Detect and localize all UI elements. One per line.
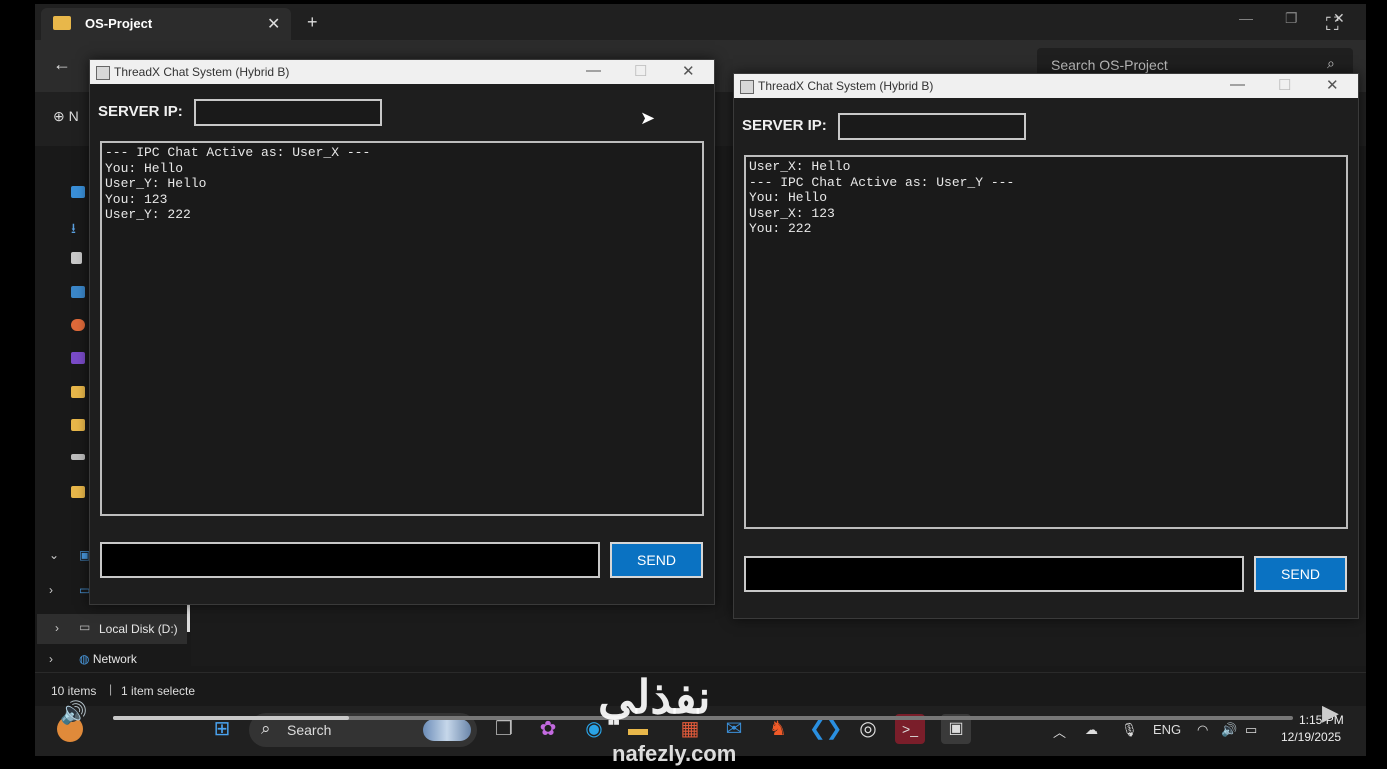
chevron-down-icon[interactable]: ⌄	[49, 548, 79, 562]
title-bar: ThreadX Chat System (Hybrid B) — ☐ ✕	[734, 74, 1358, 98]
pane-splitter[interactable]	[187, 604, 190, 632]
maximize-icon[interactable]: ☐	[1278, 76, 1291, 94]
message-input[interactable]	[744, 556, 1244, 592]
chat-message: User_X: Hello	[749, 159, 851, 174]
chevron-right-icon[interactable]: ›	[49, 652, 79, 666]
videos-icon[interactable]	[71, 352, 85, 364]
tree-item-network[interactable]: › ◍ Network	[49, 652, 137, 666]
window-title: ThreadX Chat System (Hybrid B)	[114, 65, 290, 79]
chat-message: You: Hello	[749, 190, 828, 205]
minimize-icon[interactable]: —	[1230, 76, 1245, 93]
send-button[interactable]: SEND	[1254, 556, 1347, 592]
status-selected: 1 item selecte	[121, 684, 196, 698]
search-icon: ⌕	[1327, 55, 1335, 71]
app-icon	[96, 66, 110, 80]
search-icon: ⌕	[261, 719, 271, 738]
server-ip-label: SERVER IP:	[98, 103, 183, 120]
new-button[interactable]: ⊕ N	[53, 108, 79, 125]
chat-message: You: Hello	[105, 160, 184, 176]
volume-overlay-icon[interactable]: 🔊	[60, 700, 87, 726]
pictures-icon[interactable]	[71, 286, 85, 298]
desktop-icon[interactable]	[71, 186, 85, 198]
volume-icon[interactable]: 🔊	[1221, 722, 1237, 738]
new-button-label: N	[68, 108, 79, 124]
close-icon[interactable]: ✕	[1326, 76, 1339, 94]
chat-window-user-x: ThreadX Chat System (Hybrid B) — ☐ ✕ SER…	[89, 59, 715, 605]
tree-item-this-pc[interactable]: ⌄ ▣	[49, 548, 90, 562]
server-ip-input[interactable]	[838, 113, 1026, 140]
server-ip-input[interactable]	[194, 99, 382, 126]
local-disk-label: Local Disk (D:)	[99, 622, 178, 636]
watermark-logo: نفذلي	[598, 671, 712, 723]
chat-message: User_Y: 222	[105, 207, 191, 222]
message-input[interactable]	[100, 542, 600, 578]
chat-message: User_X: 123	[749, 205, 835, 221]
title-bar: ThreadX Chat System (Hybrid B) — ☐ ✕	[90, 60, 714, 84]
window-title: ThreadX Chat System (Hybrid B)	[758, 79, 934, 93]
downloads-icon[interactable]: ⭳	[71, 218, 85, 236]
folder-icon[interactable]	[71, 386, 85, 398]
explorer-tab[interactable]: OS-Project ✕	[41, 8, 291, 40]
folder-icon[interactable]	[71, 419, 85, 431]
minimize-icon[interactable]: —	[1239, 10, 1253, 26]
show-hidden-icons-chevron-icon[interactable]: ︿	[1053, 722, 1066, 741]
chevron-right-icon[interactable]: ›	[55, 621, 59, 635]
microphone-icon[interactable]: 🎙	[1121, 722, 1138, 738]
server-ip-label: SERVER IP:	[742, 117, 827, 134]
chat-message: --- IPC Chat Active as: User_X ---	[105, 145, 371, 160]
documents-icon[interactable]	[71, 252, 82, 264]
chat-message: User_Y: Hello	[105, 176, 207, 191]
status-separator: |	[109, 682, 113, 696]
play-icon[interactable]: ▶	[1322, 700, 1339, 726]
folder-icon[interactable]	[71, 486, 85, 498]
explorer-tab-title: OS-Project	[85, 16, 153, 31]
chat-message: --- IPC Chat Active as: User_Y ---	[749, 174, 1015, 190]
onedrive-icon[interactable]: ☁	[1085, 722, 1098, 738]
close-tab-icon[interactable]: ✕	[267, 14, 280, 34]
search-highlight-image	[423, 719, 471, 741]
video-progress-fill	[113, 716, 349, 720]
network-label: Network	[92, 652, 137, 666]
folder-icon	[53, 16, 71, 30]
language-indicator[interactable]: ENG	[1153, 722, 1181, 737]
wifi-icon[interactable]: ◠	[1197, 722, 1208, 738]
network-icon: ◍	[79, 652, 90, 666]
mouse-cursor-icon: ➤	[640, 108, 656, 128]
music-icon[interactable]	[71, 319, 85, 331]
minimize-icon[interactable]: —	[586, 62, 601, 79]
battery-icon[interactable]: ▭	[1245, 722, 1257, 738]
explorer-tab-bar: OS-Project ✕ + — ❐ ✕	[35, 4, 1366, 40]
explorer-search-placeholder: Search OS-Project	[1051, 57, 1168, 73]
maximize-icon[interactable]: ❐	[1285, 10, 1298, 27]
chat-message: You: 222	[749, 221, 812, 236]
tree-item-local-disk[interactable]: › ▭ Local Disk (D:)	[37, 614, 187, 644]
clock-date[interactable]: 12/19/2025	[1281, 730, 1341, 744]
chat-log[interactable]: --- IPC Chat Active as: User_X --- You: H…	[100, 141, 704, 516]
send-button[interactable]: SEND	[610, 542, 703, 578]
back-arrow-icon[interactable]: ←	[53, 54, 71, 75]
app-icon	[740, 80, 754, 94]
close-icon[interactable]: ✕	[682, 62, 695, 80]
chat-log[interactable]: User_X: Hello --- IPC Chat Active as: Use…	[744, 155, 1348, 529]
tree-item-drive[interactable]: › ▭	[49, 583, 90, 597]
drive-icon: ▭	[79, 620, 91, 634]
status-item-count: 10 items	[51, 684, 97, 698]
maximize-icon[interactable]: ☐	[634, 62, 647, 80]
plus-circle-icon: ⊕	[53, 108, 65, 124]
drive-icon[interactable]	[71, 454, 85, 460]
new-tab-button[interactable]: +	[307, 12, 318, 33]
watermark-url: nafezly.com	[612, 741, 737, 766]
fullscreen-icon[interactable]: ⛶	[1326, 14, 1339, 35]
chevron-right-icon[interactable]: ›	[49, 583, 79, 597]
chat-message: You: 123	[105, 191, 168, 207]
taskbar-search-label: Search	[287, 722, 332, 738]
chat-window-user-y: ThreadX Chat System (Hybrid B) — ☐ ✕ SER…	[733, 73, 1359, 619]
